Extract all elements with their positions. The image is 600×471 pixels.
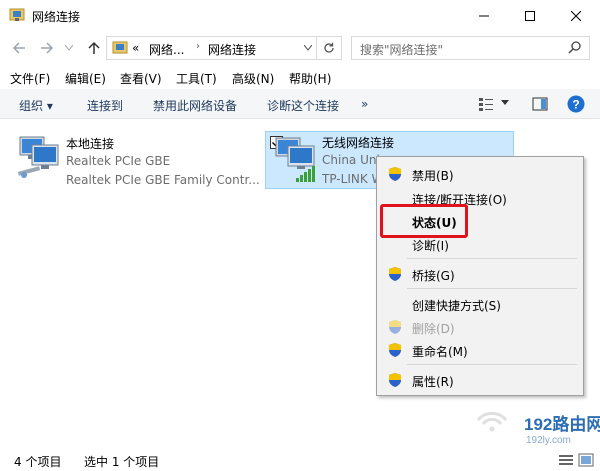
back-button[interactable]: [8, 37, 30, 59]
large-icons-view-icon[interactable]: [578, 452, 594, 468]
menu-view[interactable]: 查看(V): [120, 70, 162, 87]
item-count: 4 个项目: [14, 455, 62, 469]
watermark: 192路由网 192ly.com: [474, 404, 600, 450]
disable-device-button[interactable]: 禁用此网络设备: [153, 97, 237, 114]
menu-edit[interactable]: 编辑(E): [65, 70, 106, 87]
menu-advanced[interactable]: 高级(N): [232, 70, 274, 87]
title-bar: 网络连接: [0, 0, 600, 31]
breadcrumb-item[interactable]: 网络...: [149, 41, 184, 58]
menu-item-label: 删除(D): [412, 322, 455, 336]
status-bar: 4 个项目 选中 1 个项目: [0, 449, 600, 471]
network-folder-icon: [9, 8, 25, 21]
diagnose-button[interactable]: 诊断这个连接: [267, 97, 339, 114]
connection-device: Realtek PCIe GBE Family Contr...: [66, 173, 260, 187]
menu-item-disable[interactable]: 禁用(B): [377, 163, 583, 185]
organize-button[interactable]: 组织 ▾: [19, 97, 53, 114]
back-arrow-icon: [12, 42, 25, 54]
menu-separator: [407, 288, 577, 289]
search-input[interactable]: 搜索"网络连接": [351, 36, 590, 60]
menu-item-bridge[interactable]: 桥接(G): [377, 263, 583, 285]
up-arrow-icon: [88, 41, 100, 54]
menu-bar: 文件(F) 编辑(E) 查看(V) 工具(T) 高级(N) 帮助(H): [0, 65, 600, 89]
forward-arrow-icon: [41, 42, 54, 54]
context-menu: 禁用(B) 连接/断开连接(O) 状态(U) 诊断(I) 桥接(G) 创建快捷方…: [376, 156, 584, 396]
menu-item-rename[interactable]: 重命名(M): [377, 339, 583, 361]
menu-help[interactable]: 帮助(H): [289, 70, 331, 87]
recent-locations-button[interactable]: [62, 37, 76, 59]
uac-shield-icon: [389, 373, 401, 387]
minimize-button[interactable]: [461, 0, 507, 31]
connection-status: Realtek PCIe GBE: [66, 154, 171, 168]
menu-item-label: 创建快捷方式(S): [412, 299, 501, 313]
watermark-url: 192ly.com: [526, 435, 571, 446]
chevron-down-icon: [65, 45, 73, 51]
menu-item-label: 桥接(G): [412, 269, 455, 283]
control-panel-icon: [112, 41, 128, 54]
refresh-icon: [324, 42, 334, 53]
uac-shield-icon: [389, 267, 401, 281]
menu-tools[interactable]: 工具(T): [176, 70, 217, 87]
uac-shield-icon: [389, 343, 401, 357]
chevron-down-icon[interactable]: [501, 100, 509, 106]
uac-shield-icon: [389, 320, 401, 334]
command-bar: 组织 ▾ 连接到 禁用此网络设备 诊断这个连接 » ?: [0, 89, 600, 119]
menu-item-create-shortcut[interactable]: 创建快捷方式(S): [377, 293, 583, 315]
wireless-network-adapter-icon: [275, 137, 315, 182]
up-button[interactable]: [83, 37, 105, 59]
chevron-down-icon: [303, 45, 312, 51]
watermark-brand: 192路由网: [524, 415, 600, 434]
menu-item-label: 属性(R): [412, 375, 454, 389]
menu-item-label: 重命名(M): [412, 345, 468, 359]
menu-item-label: 诊断(I): [412, 239, 449, 253]
refresh-button[interactable]: [317, 36, 342, 60]
menu-item-delete: 删除(D): [377, 316, 583, 338]
minimize-icon: [479, 15, 489, 16]
maximize-icon: [525, 10, 535, 21]
connection-device: TP-LINK W: [322, 172, 384, 186]
breadcrumb-overflow[interactable]: «: [132, 41, 139, 55]
uac-shield-icon: [389, 167, 401, 181]
search-placeholder: 搜索"网络连接": [360, 43, 444, 57]
connection-status: China Uni: [322, 153, 380, 167]
search-icon: [568, 41, 581, 54]
navigation-bar: « 网络... › 网络连接 搜索"网络连接": [0, 31, 600, 65]
connection-local[interactable]: 本地连接 Realtek PCIe GBE Realtek PCIe GBE F…: [16, 135, 266, 191]
close-icon: [571, 10, 581, 21]
address-history-button[interactable]: [299, 36, 317, 60]
more-commands-button[interactable]: »: [361, 97, 368, 111]
window-title: 网络连接: [32, 10, 81, 24]
selection-count: 选中 1 个项目: [84, 455, 160, 469]
status-highlight-annotation: [380, 204, 468, 238]
menu-item-properties[interactable]: 属性(R): [377, 369, 583, 391]
wired-network-adapter-icon: [17, 136, 59, 178]
menu-file[interactable]: 文件(F): [10, 70, 50, 87]
preview-pane-icon[interactable]: [532, 96, 548, 112]
connect-to-button[interactable]: 连接到: [87, 97, 123, 114]
breadcrumb-item[interactable]: 网络连接: [208, 41, 256, 58]
change-view-icon[interactable]: [478, 96, 494, 112]
connection-name: 本地连接: [66, 137, 115, 151]
menu-item-label: 禁用(B): [412, 169, 454, 183]
svg-text:?: ?: [572, 98, 579, 112]
forward-button[interactable]: [36, 37, 58, 59]
menu-separator: [407, 258, 577, 259]
details-view-icon[interactable]: [558, 452, 574, 468]
maximize-button[interactable]: [507, 0, 553, 31]
connection-name: 无线网络连接: [322, 136, 395, 150]
close-button[interactable]: [553, 0, 599, 31]
menu-separator: [407, 364, 577, 365]
help-icon[interactable]: ?: [567, 95, 585, 113]
breadcrumb-separator-icon[interactable]: ›: [196, 41, 200, 52]
